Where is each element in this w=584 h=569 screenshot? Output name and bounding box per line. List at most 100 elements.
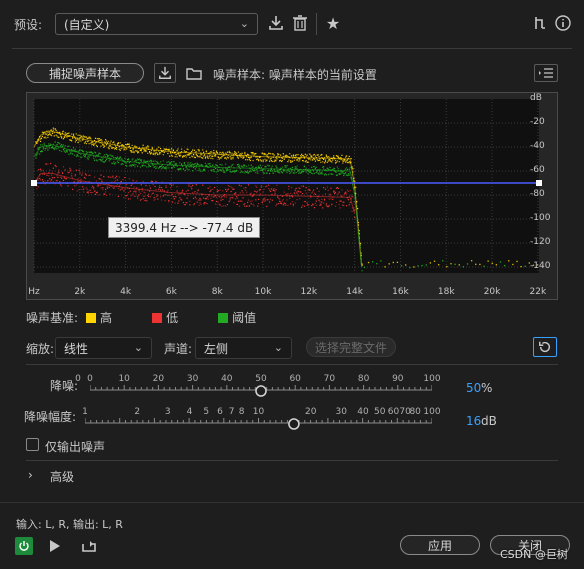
series-point-低 — [240, 185, 242, 187]
series-point-低 — [326, 186, 328, 188]
series-point-低 — [113, 177, 115, 179]
preset-dropdown[interactable]: (自定义) ⌄ — [55, 13, 258, 35]
series-point-阈值 — [152, 160, 154, 162]
series-point-低 — [312, 204, 315, 206]
series-point-低 — [139, 192, 142, 195]
series-point-阈值 — [102, 158, 104, 160]
series-point-低 — [259, 193, 262, 195]
series-point-低 — [152, 192, 154, 194]
slider-thumb[interactable] — [255, 385, 267, 397]
download-preset-icon[interactable] — [267, 14, 285, 32]
series-point-高 — [87, 140, 89, 142]
series-point-高 — [189, 156, 191, 159]
series-point-高 — [47, 136, 49, 139]
slider-thumb[interactable] — [288, 418, 300, 430]
loop-icon[interactable] — [80, 538, 98, 554]
series-point-阈值 — [112, 155, 114, 157]
series-point-低 — [276, 203, 278, 205]
series-point-高 — [45, 133, 47, 136]
series-point-高 — [236, 152, 238, 155]
folder-icon[interactable] — [184, 64, 204, 82]
series-point-低 — [261, 200, 263, 203]
series-point-阈值 — [166, 167, 168, 169]
series-point-高 — [148, 146, 150, 148]
series-point-阈值 — [305, 171, 307, 173]
reset-view-icon[interactable] — [533, 337, 557, 357]
series-point-低 — [253, 205, 255, 207]
series-point-阈值 — [204, 162, 207, 164]
series-point-低 — [78, 169, 80, 171]
series-point-阈值 — [211, 169, 213, 171]
series-point-阈值 — [140, 159, 142, 161]
series-point-阈值 — [187, 162, 189, 164]
series-point-低 — [85, 187, 87, 189]
series-point-阈值 — [225, 163, 227, 165]
series-point-高 — [230, 158, 232, 160]
series-point-高 — [183, 150, 185, 152]
series-point-高 — [79, 134, 81, 136]
series-point-高 — [342, 162, 344, 164]
star-icon[interactable]: ★ — [324, 14, 342, 33]
series-point-低 — [216, 188, 218, 191]
series-point-阈值 — [246, 165, 248, 168]
scale-dropdown[interactable]: 线性 ⌄ — [55, 337, 152, 359]
save-noise-print-icon[interactable] — [154, 63, 176, 83]
reduce-by-value[interactable]: 16 — [466, 414, 481, 428]
series-point-低 — [111, 176, 113, 178]
slider-track[interactable] — [85, 418, 432, 430]
noise-reduction-value[interactable]: 50 — [466, 381, 481, 395]
series-point-低 — [87, 192, 89, 194]
series-point-低 — [146, 200, 148, 202]
series-point-低 — [325, 204, 327, 206]
series-point-高 — [124, 148, 126, 151]
series-point-阈值 — [247, 164, 250, 166]
output-noise-only-label: 仅输出噪声 — [45, 440, 106, 454]
capture-noise-print-button[interactable]: 捕捉噪声样本 — [26, 63, 144, 83]
series-point-低 — [228, 185, 230, 187]
series-point-阈值 — [265, 166, 267, 168]
x-tick-label: 10k — [254, 287, 272, 297]
series-point-低 — [315, 204, 317, 206]
series-point-高 — [202, 149, 204, 151]
advanced-expand-icon[interactable]: › — [28, 468, 33, 482]
slider-track[interactable] — [90, 385, 432, 397]
series-point-低 — [159, 186, 161, 189]
series-point-低 — [202, 184, 204, 186]
series-point-低 — [73, 185, 76, 187]
series-point-低 — [304, 200, 306, 203]
noise-graph-plot[interactable] — [27, 93, 559, 301]
series-point-低 — [172, 196, 174, 198]
series-point-高 — [323, 162, 326, 164]
series-point-低 — [104, 193, 106, 195]
reduce-by-slider[interactable] — [85, 418, 432, 430]
delete-preset-icon[interactable] — [291, 14, 309, 32]
series-point-高 — [158, 146, 160, 148]
series-point-高 — [283, 158, 285, 160]
series-point-低 — [227, 188, 229, 190]
series-point-低 — [173, 198, 175, 200]
series-point-高 — [128, 143, 131, 145]
series-point-低 — [283, 191, 285, 193]
apply-button[interactable]: 应用 — [400, 535, 480, 555]
series-point-低 — [194, 191, 196, 193]
series-point-高 — [270, 157, 273, 159]
series-point-低 — [215, 196, 218, 198]
power-icon[interactable] — [15, 537, 33, 555]
advanced-section-toggle[interactable]: 高级 — [50, 468, 74, 485]
series-point-低 — [256, 186, 258, 188]
noise-reduction-slider[interactable] — [90, 385, 432, 397]
series-point-阈值 — [92, 153, 94, 155]
noise-graph[interactable] — [26, 92, 558, 300]
play-icon[interactable] — [47, 538, 63, 554]
channel-dropdown[interactable]: 左侧 ⌄ — [195, 337, 292, 359]
series-point-低 — [135, 190, 137, 192]
select-entire-file-button[interactable]: 选择完整文件 — [306, 337, 396, 357]
series-point-阈值 — [69, 150, 71, 152]
series-point-高 — [78, 140, 80, 142]
series-point-低 — [170, 184, 173, 186]
series-point-阈值 — [286, 172, 288, 174]
series-point-阈值 — [335, 171, 338, 173]
output-noise-only-checkbox[interactable] — [26, 438, 39, 451]
series-point-高 — [177, 148, 179, 150]
series-point-阈值 — [44, 149, 46, 151]
